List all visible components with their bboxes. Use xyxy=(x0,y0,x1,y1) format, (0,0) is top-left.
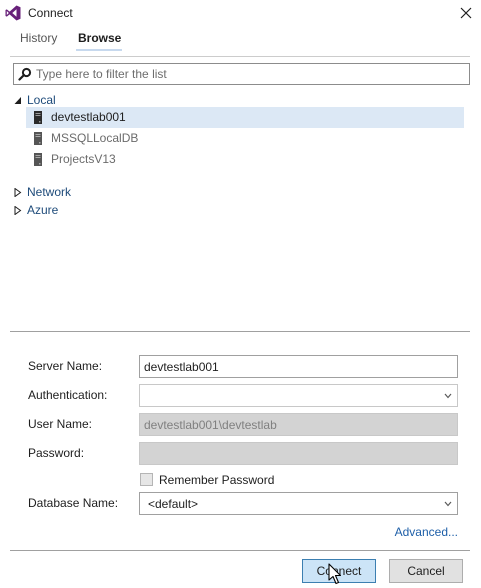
tree-item-label: devtestlab001 xyxy=(51,110,126,124)
cancel-button[interactable]: Cancel xyxy=(389,559,463,583)
server-name-label: Server Name: xyxy=(28,359,103,373)
database-name-label: Database Name: xyxy=(28,496,119,510)
tree-item-mssqllocaldb[interactable]: MSSQLLocalDB xyxy=(26,128,464,149)
tree-item-devtestlab001[interactable]: devtestlab001 xyxy=(26,107,464,128)
user-name-label: User Name: xyxy=(28,417,93,431)
remember-password-label: Remember Password xyxy=(159,473,275,487)
remember-password-checkbox[interactable] xyxy=(140,473,153,486)
server-name-value: devtestlab001 xyxy=(144,360,219,374)
collapsed-arrow-icon[interactable] xyxy=(14,188,22,197)
server-name-field[interactable]: devtestlab001 xyxy=(139,355,458,378)
visual-studio-logo-icon xyxy=(5,5,21,21)
mouse-cursor-icon xyxy=(328,563,342,585)
title-bar: Connect xyxy=(0,0,481,26)
authentication-label: Authentication: xyxy=(28,388,108,402)
collapsed-arrow-icon[interactable] xyxy=(14,206,22,215)
tree-item-label: MSSQLLocalDB xyxy=(51,131,139,145)
section-divider xyxy=(10,331,470,332)
filter-input[interactable] xyxy=(36,66,464,82)
user-name-value: devtestlab001\devtestlab xyxy=(144,418,277,432)
chevron-down-icon xyxy=(444,501,452,507)
active-tab-indicator xyxy=(76,49,122,51)
tab-history[interactable]: History xyxy=(20,31,57,45)
tree-item-label: ProjectsV13 xyxy=(51,152,116,166)
server-icon xyxy=(34,132,42,145)
filter-box[interactable] xyxy=(13,63,470,85)
advanced-link[interactable]: Advanced... xyxy=(395,525,458,539)
database-name-value: <default> xyxy=(148,497,199,511)
database-name-dropdown[interactable]: <default> xyxy=(139,492,458,515)
expanded-arrow-icon[interactable] xyxy=(14,96,22,105)
password-label: Password: xyxy=(28,446,85,460)
user-name-field[interactable]: devtestlab001\devtestlab xyxy=(139,413,458,436)
authentication-dropdown[interactable] xyxy=(139,384,458,407)
server-icon xyxy=(34,111,42,124)
footer-divider xyxy=(10,550,470,551)
tree-group-label: Network xyxy=(27,185,72,199)
tree-group-label: Azure xyxy=(27,203,59,217)
window-title: Connect xyxy=(28,6,73,20)
chevron-down-icon xyxy=(444,393,452,399)
search-icon xyxy=(18,67,32,81)
tab-browse[interactable]: Browse xyxy=(78,31,121,45)
server-icon xyxy=(34,153,42,166)
tree-item-projectsv13[interactable]: ProjectsV13 xyxy=(26,149,464,170)
tabs-divider xyxy=(10,56,470,57)
close-icon[interactable] xyxy=(455,2,477,24)
tree-group-label: Local xyxy=(27,93,56,107)
password-field[interactable] xyxy=(139,442,458,465)
